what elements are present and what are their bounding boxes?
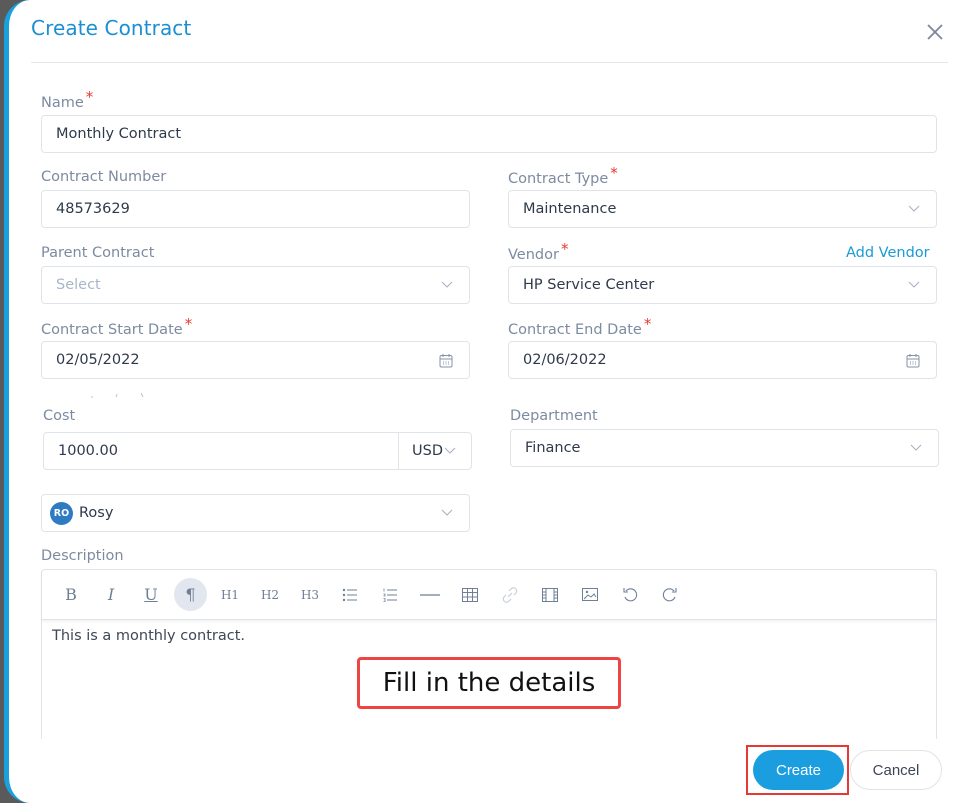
heading1-icon: H1 <box>220 587 240 602</box>
annotation-callout: Fill in the details <box>357 657 621 709</box>
horizontal-rule-icon <box>420 593 440 596</box>
paragraph-button[interactable]: ¶ <box>174 578 207 611</box>
vendor-label: Vendor * <box>508 240 569 263</box>
required-marker: * <box>85 88 94 106</box>
video-icon <box>542 587 558 602</box>
paragraph-icon: ¶ <box>185 585 196 604</box>
horizontal-rule-button[interactable] <box>413 580 447 610</box>
underline-icon: U <box>144 585 158 604</box>
heading2-icon: H2 <box>260 587 280 602</box>
cancel-button[interactable]: Cancel <box>850 750 942 790</box>
italic-icon: I <box>107 585 115 604</box>
table-icon <box>462 587 478 602</box>
name-input[interactable]: Monthly Contract <box>41 115 937 153</box>
vendor-value: HP Service Center <box>523 277 655 293</box>
chevron-down-icon <box>910 444 922 451</box>
name-value: Monthly Contract <box>56 126 182 142</box>
redo-button[interactable] <box>653 580 687 610</box>
ordered-list-button[interactable] <box>373 580 407 610</box>
calendar-icon[interactable] <box>906 353 920 368</box>
image-icon <box>582 588 598 601</box>
vendor-select[interactable]: HP Service Center <box>508 266 937 304</box>
table-button[interactable] <box>453 580 487 610</box>
avatar: RO <box>50 501 73 525</box>
create-button[interactable]: Create <box>753 750 844 790</box>
video-button[interactable] <box>533 580 567 610</box>
contract-type-value: Maintenance <box>523 201 617 217</box>
cost-label: Cost <box>43 408 76 424</box>
chevron-down-icon <box>441 509 453 516</box>
bullet-list-icon <box>342 588 357 601</box>
description-editor: B I U ¶ H1 H2 H3 This is a monthly contr… <box>41 569 937 739</box>
chevron-down-icon <box>908 205 920 212</box>
undo-button[interactable] <box>613 580 647 610</box>
department-select[interactable]: Finance <box>510 429 939 467</box>
heading2-button[interactable]: H2 <box>253 580 287 610</box>
bold-icon: B <box>65 585 77 604</box>
calendar-icon[interactable] <box>439 353 453 368</box>
chevron-down-icon <box>444 447 456 454</box>
contract-number-label: Contract Number <box>41 169 167 185</box>
cost-input[interactable]: 1000.00 <box>43 432 403 470</box>
parent-contract-label: Parent Contract <box>41 245 155 261</box>
contract-number-value: 48573629 <box>56 201 130 217</box>
required-marker: * <box>610 164 618 182</box>
required-marker: * <box>184 315 193 333</box>
ordered-list-icon <box>383 588 397 602</box>
cost-value: 1000.00 <box>58 443 118 459</box>
currency-select[interactable]: USD <box>398 432 472 470</box>
parent-contract-select[interactable]: Select <box>41 266 470 304</box>
description-content[interactable]: This is a monthly contract. <box>42 620 936 652</box>
owner-value: Rosy <box>79 505 114 521</box>
header-divider <box>31 62 948 63</box>
bullet-list-button[interactable] <box>333 580 367 610</box>
close-icon[interactable] <box>925 22 945 42</box>
heading1-button[interactable]: H1 <box>213 580 247 610</box>
image-button[interactable] <box>573 580 607 610</box>
editor-toolbar: B I U ¶ H1 H2 H3 <box>42 570 936 620</box>
link-icon <box>502 586 518 603</box>
contract-number-input[interactable]: 48573629 <box>41 190 470 228</box>
required-marker: * <box>643 315 652 333</box>
name-label: Name * <box>41 88 94 111</box>
chevron-down-icon <box>441 281 453 288</box>
italic-button[interactable]: I <box>94 580 128 610</box>
end-date-label: Contract End Date * <box>508 315 652 338</box>
contract-type-select[interactable]: Maintenance <box>508 190 937 228</box>
chevron-down-icon <box>908 281 920 288</box>
heading3-icon: H3 <box>300 587 320 602</box>
end-date-value: 02/06/2022 <box>523 352 607 368</box>
contract-type-label: Contract Type * <box>508 164 618 187</box>
link-button[interactable] <box>493 580 527 610</box>
parent-contract-placeholder: Select <box>56 277 101 293</box>
description-label: Description <box>41 548 124 564</box>
heading3-button[interactable]: H3 <box>293 580 327 610</box>
start-date-input[interactable]: 02/05/2022 <box>41 341 470 379</box>
department-value: Finance <box>525 440 581 456</box>
owner-select[interactable]: RO Rosy <box>41 494 470 532</box>
add-vendor-link[interactable]: Add Vendor <box>846 245 930 261</box>
undo-icon <box>623 587 638 601</box>
underline-button[interactable]: U <box>134 580 168 610</box>
currency-value: USD <box>412 443 443 459</box>
required-marker: * <box>560 240 569 258</box>
start-date-value: 02/05/2022 <box>56 352 140 368</box>
end-date-input[interactable]: 02/06/2022 <box>508 341 937 379</box>
create-contract-dialog: Create Contract Name * Monthly Contract C… <box>4 0 960 803</box>
dialog-title: Create Contract <box>31 16 192 40</box>
clipped-label-fragment <box>91 392 144 398</box>
bold-button[interactable]: B <box>54 580 88 610</box>
redo-icon <box>662 587 677 601</box>
start-date-label: Contract Start Date * <box>41 315 193 338</box>
department-label: Department <box>510 408 598 424</box>
